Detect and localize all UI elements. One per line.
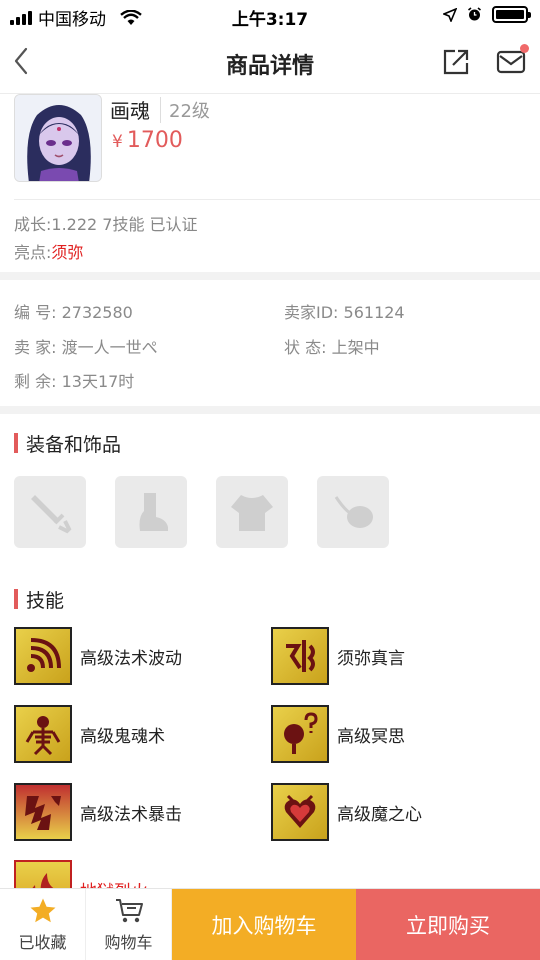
skill-label: 高级鬼魂术	[80, 726, 165, 747]
highlight-label: 亮点:	[14, 243, 52, 262]
pet-level: 22级	[160, 97, 210, 123]
equipment-slot-armor[interactable]	[216, 476, 288, 548]
favorite-label: 已收藏	[18, 933, 67, 952]
equipment-slot-ornament[interactable]	[317, 476, 389, 548]
share-icon[interactable]	[442, 48, 470, 76]
skills-section-title: 技能	[14, 586, 64, 613]
boot-icon	[139, 493, 168, 531]
currency-symbol: ¥	[112, 132, 123, 152]
skill-item[interactable]: 高级冥思	[271, 705, 405, 763]
demon-heart-icon	[271, 783, 329, 841]
item-id-value: 2732580	[61, 303, 133, 322]
skill-label: 高级法术波动	[80, 648, 182, 669]
pet-name: 画魂	[110, 99, 150, 123]
seller-id-value: 561124	[343, 303, 405, 322]
time-remaining: 剩 余: 13天17时	[14, 368, 134, 392]
growth-summary: 成长:1.222 7技能 已认证	[14, 215, 198, 234]
highlight-value: 须弥	[51, 243, 84, 262]
nav-bar: 商品详情	[0, 30, 540, 94]
message-button[interactable]	[496, 44, 529, 76]
star-icon	[30, 898, 55, 923]
status-bar: 中国移动 上午3:17	[0, 0, 540, 30]
bottom-action-bar: 已收藏 购物车 加入购物车 立即购买	[0, 888, 540, 960]
remain-label: 剩 余:	[14, 372, 57, 391]
unread-dot	[520, 44, 529, 53]
rune-icon	[271, 627, 329, 685]
skill-label: 须弥真言	[337, 648, 405, 669]
skeleton-icon	[14, 705, 72, 763]
status-right	[443, 6, 531, 23]
battery-icon	[492, 6, 531, 23]
skill-label: 高级冥思	[337, 726, 405, 747]
alarm-icon	[468, 7, 481, 21]
skill-label: 高级法术暴击	[80, 804, 182, 825]
skill-item[interactable]: 高级法术暴击	[14, 783, 182, 841]
location-arrow-icon	[443, 7, 457, 22]
favorite-button[interactable]: 已收藏	[0, 889, 86, 960]
item-id: 编 号: 2732580	[14, 299, 133, 323]
add-to-cart-button[interactable]: 加入购物车	[172, 889, 356, 960]
meditation-icon	[271, 705, 329, 763]
skill-item[interactable]: 高级魔之心	[271, 783, 422, 841]
armor-icon	[231, 495, 273, 531]
seller-id-label: 卖家ID:	[284, 303, 339, 322]
shopping-cart-icon	[115, 899, 143, 923]
divider	[14, 199, 540, 200]
wave-icon	[14, 627, 72, 685]
burst-icon	[14, 783, 72, 841]
equipment-slot-weapon[interactable]	[14, 476, 86, 548]
price-value: 1700	[126, 128, 183, 153]
seller-id: 卖家ID: 561124	[284, 299, 405, 323]
equipment-slot-boots[interactable]	[115, 476, 187, 548]
cart-label: 购物车	[104, 933, 153, 952]
section-separator	[0, 406, 540, 414]
price: ¥1700	[112, 128, 183, 153]
ornament-icon	[334, 496, 373, 528]
status-label: 状 态:	[284, 338, 327, 357]
seller: 卖 家: 渡一人一世ぺ	[14, 334, 158, 358]
equipment-section-title: 装备和饰品	[14, 430, 121, 457]
listing-status: 状 态: 上架中	[284, 334, 380, 358]
sword-icon	[31, 495, 72, 534]
seller-value: 渡一人一世ぺ	[61, 338, 158, 357]
skill-label: 高级魔之心	[337, 804, 422, 825]
remain-value: 13天17时	[61, 372, 135, 391]
skill-item[interactable]: 须弥真言	[271, 627, 405, 685]
section-separator	[0, 272, 540, 280]
status-value: 上架中	[331, 338, 380, 357]
pet-portrait-image	[15, 95, 101, 181]
buy-now-button[interactable]: 立即购买	[356, 889, 540, 960]
skill-item[interactable]: 高级鬼魂术	[14, 705, 165, 763]
skill-item[interactable]: 高级法术波动	[14, 627, 182, 685]
item-id-label: 编 号:	[14, 303, 57, 322]
pet-avatar	[14, 94, 102, 182]
seller-label: 卖 家:	[14, 338, 57, 357]
cart-button[interactable]: 购物车	[86, 889, 172, 960]
highlight-row: 亮点:须弥	[14, 239, 83, 263]
